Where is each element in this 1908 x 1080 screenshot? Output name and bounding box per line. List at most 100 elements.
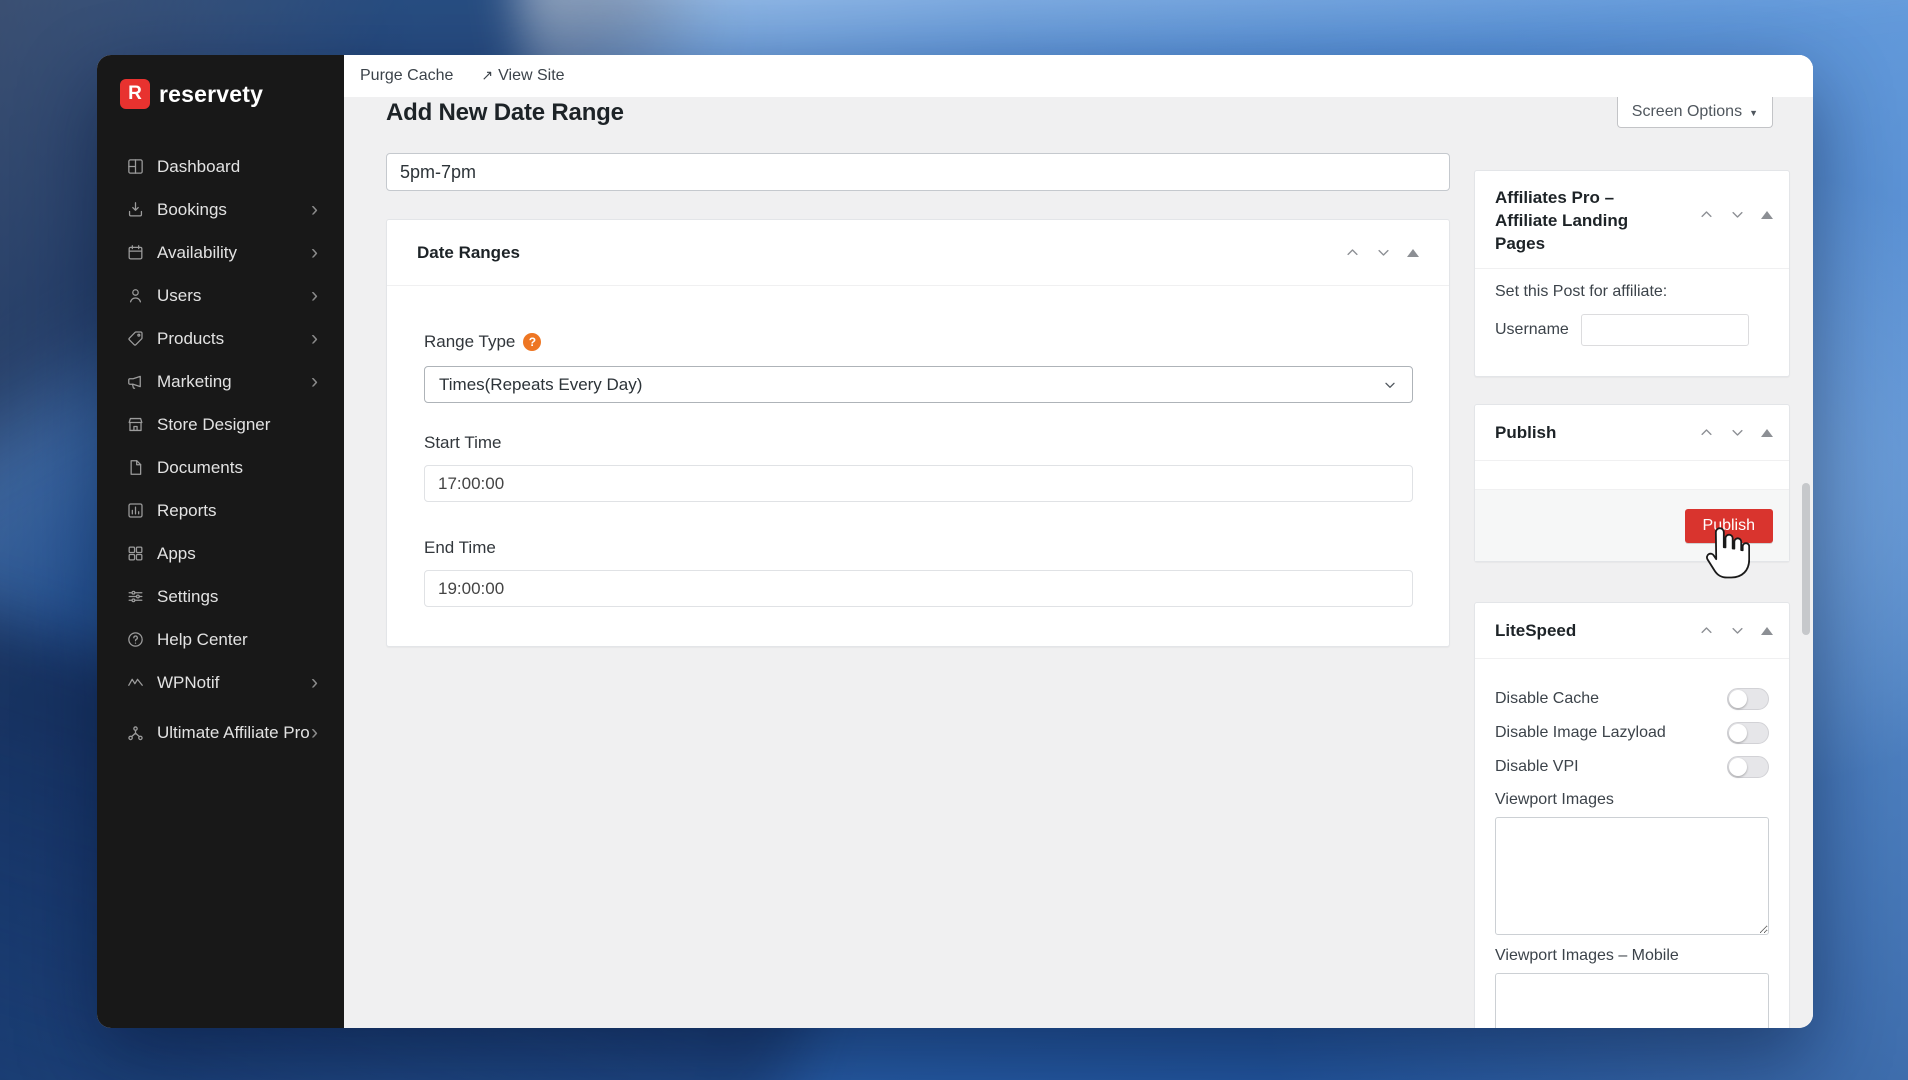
tag-icon xyxy=(126,329,145,348)
chevron-right-icon xyxy=(311,722,318,744)
sidebar-item-settings[interactable]: Settings xyxy=(97,575,344,618)
sidebar-item-label: Users xyxy=(157,285,202,305)
chevron-right-icon xyxy=(311,371,318,393)
disable-cache-label: Disable Cache xyxy=(1495,690,1600,707)
range-type-label: Range Type xyxy=(424,332,516,351)
admin-topbar: Purge Cache View Site xyxy=(344,55,1813,97)
sidebar-item-label: Documents xyxy=(157,457,243,477)
help-tooltip-icon[interactable] xyxy=(523,333,542,351)
disable-cache-toggle[interactable] xyxy=(1727,688,1769,710)
disable-vpi-toggle[interactable] xyxy=(1727,756,1769,778)
publish-button[interactable]: Publish xyxy=(1684,508,1773,543)
sidebar-item-marketing[interactable]: Marketing xyxy=(97,360,344,403)
sidebar-item-users[interactable]: Users xyxy=(97,274,344,317)
admin-content-area: Purge Cache View Site Screen Options Add… xyxy=(344,55,1813,1028)
sidebar-item-help-center[interactable]: Help Center xyxy=(97,618,344,661)
end-time-label-text: End Time xyxy=(424,538,496,557)
sidebar-item-products[interactable]: Products xyxy=(97,317,344,360)
sidebar-item-label: Apps xyxy=(157,543,196,563)
collapse-toggle-icon[interactable] xyxy=(1761,210,1773,219)
help-circle-icon xyxy=(126,630,145,649)
sidebar-item-label: Availability xyxy=(157,242,238,262)
move-down-icon[interactable] xyxy=(1730,207,1745,222)
collapse-toggle-icon[interactable] xyxy=(1407,248,1419,257)
sidebar-item-wpnotif[interactable]: WPNotif xyxy=(97,661,344,704)
range-type-label-row: Range Type xyxy=(424,332,1412,352)
sidebar-item-label: Marketing xyxy=(157,371,232,391)
publish-panel-body: Publish xyxy=(1475,461,1789,561)
panel-order-controls xyxy=(1699,207,1773,222)
sidebar-item-documents[interactable]: Documents xyxy=(97,446,344,489)
scrollbar-thumb[interactable] xyxy=(1802,483,1810,635)
chevron-right-icon xyxy=(311,199,318,221)
range-type-select[interactable]: Times(Repeats Every Day) xyxy=(424,366,1413,403)
purge-cache-label: Purge Cache xyxy=(360,67,454,84)
sidebar-item-store-designer[interactable]: Store Designer xyxy=(97,403,344,446)
chevron-right-icon xyxy=(311,242,318,264)
date-range-title-input[interactable] xyxy=(386,153,1450,191)
collapse-toggle-icon[interactable] xyxy=(1761,626,1773,635)
view-site-label: View Site xyxy=(498,67,565,84)
start-time-input[interactable] xyxy=(424,465,1413,502)
sidebar-item-label: Reports xyxy=(157,500,217,520)
storefront-icon xyxy=(126,415,145,434)
chevron-down-icon xyxy=(1749,103,1758,121)
chevron-right-icon xyxy=(311,285,318,307)
dashboard-icon xyxy=(126,157,145,176)
sidebar-item-availability[interactable]: Availability xyxy=(97,231,344,274)
move-down-icon[interactable] xyxy=(1730,425,1745,440)
move-down-icon[interactable] xyxy=(1376,245,1391,260)
disable-image-lazyload-row: Disable Image Lazyload xyxy=(1495,721,1769,745)
viewport-images-mobile-textarea[interactable] xyxy=(1495,973,1769,1028)
date-ranges-panel-title: Date Ranges xyxy=(417,242,520,262)
toggle-knob xyxy=(1729,724,1747,742)
date-ranges-panel-header: Date Ranges xyxy=(387,220,1449,286)
sidebar-item-dashboard[interactable]: Dashboard xyxy=(97,145,344,188)
reservety-logo[interactable]: R reservety xyxy=(120,79,263,109)
username-input[interactable] xyxy=(1580,313,1749,346)
wpnotif-icon xyxy=(126,673,145,692)
litespeed-panel-body: Disable Cache Disable Image Lazyload Dis… xyxy=(1475,659,1789,1028)
move-up-icon[interactable] xyxy=(1699,425,1714,440)
sidebar-item-label: Bookings xyxy=(157,199,227,219)
select-chevron-icon xyxy=(1382,377,1398,393)
disable-vpi-label: Disable VPI xyxy=(1495,758,1579,775)
sidebar-item-bookings[interactable]: Bookings xyxy=(97,188,344,231)
viewport-images-textarea[interactable] xyxy=(1495,817,1769,935)
screen-options-label: Screen Options xyxy=(1631,103,1743,120)
calendar-icon xyxy=(126,243,145,262)
screen-options-tab[interactable]: Screen Options xyxy=(1616,97,1773,128)
sidebar-item-apps[interactable]: Apps xyxy=(97,532,344,575)
date-ranges-panel-body: Range Type Times(Repeats Every Day) Star… xyxy=(387,286,1449,607)
sidebar-item-label: Settings xyxy=(157,586,219,606)
start-time-label: Start Time xyxy=(424,433,1412,453)
move-up-icon[interactable] xyxy=(1699,207,1714,222)
apps-grid-icon xyxy=(126,544,145,563)
move-up-icon[interactable] xyxy=(1699,623,1714,638)
litespeed-panel: LiteSpeed Disable Cache Disable Image La… xyxy=(1474,602,1790,1028)
move-up-icon[interactable] xyxy=(1345,245,1360,260)
affiliate-network-icon xyxy=(126,724,145,743)
collapse-toggle-icon[interactable] xyxy=(1761,428,1773,437)
view-site-link[interactable]: View Site xyxy=(481,67,564,85)
start-time-label-text: Start Time xyxy=(424,433,502,452)
toggle-knob xyxy=(1729,758,1747,776)
username-label: Username xyxy=(1495,320,1569,338)
chevron-right-icon xyxy=(311,328,318,350)
user-icon xyxy=(126,286,145,305)
sidebar-item-label: Dashboard xyxy=(157,156,241,176)
move-down-icon[interactable] xyxy=(1730,623,1745,638)
sidebar-item-reports[interactable]: Reports xyxy=(97,489,344,532)
sidebar-item-label: Products xyxy=(157,328,225,348)
set-post-affiliate-label: Set this Post for affiliate: xyxy=(1495,282,1668,300)
end-time-input[interactable] xyxy=(424,570,1413,607)
sidebar-item-ultimate-affiliate-pro[interactable]: Ultimate Affiliate Pro xyxy=(97,704,344,762)
affiliates-panel-body: Set this Post for affiliate: Username xyxy=(1475,269,1789,360)
external-link-icon xyxy=(481,67,493,85)
browser-window: R reservety Dashboard Bookings › Availab… xyxy=(97,55,1813,1028)
panel-order-controls xyxy=(1699,425,1773,440)
litespeed-panel-header: LiteSpeed xyxy=(1475,603,1789,659)
purge-cache-link[interactable]: Purge Cache xyxy=(360,67,453,85)
disable-image-lazyload-toggle[interactable] xyxy=(1727,722,1769,744)
desktop-wallpaper: R reservety Dashboard Bookings › Availab… xyxy=(0,0,1908,1080)
